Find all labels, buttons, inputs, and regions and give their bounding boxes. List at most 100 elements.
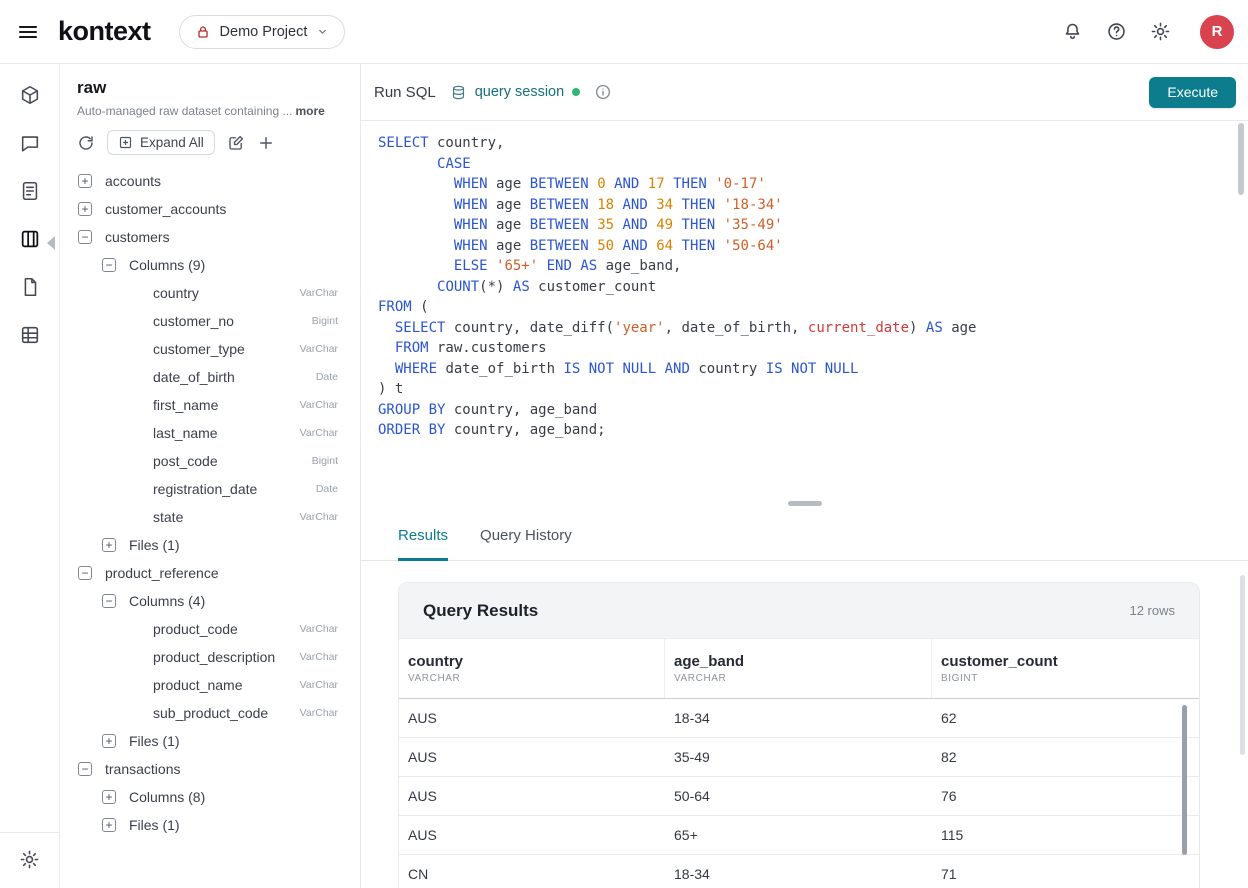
rail-settings-gear-icon[interactable] bbox=[17, 847, 42, 872]
expand-toggle-icon[interactable]: + bbox=[102, 734, 116, 748]
tree-item-registration-date[interactable]: registration_dateDate bbox=[60, 475, 360, 503]
expand-toggle-icon[interactable]: + bbox=[78, 202, 92, 216]
tree-item-customer-no[interactable]: customer_noBigint bbox=[60, 307, 360, 335]
refresh-icon[interactable] bbox=[77, 134, 95, 152]
column-type: VARCHAR bbox=[674, 673, 931, 684]
expand-toggle-icon[interactable]: + bbox=[102, 818, 116, 832]
code-token: GROUP BY bbox=[378, 402, 445, 418]
column-header-country[interactable]: countryVARCHAR bbox=[399, 639, 665, 698]
columns-icon[interactable] bbox=[17, 226, 43, 252]
tree-item-files-1[interactable]: +Files (1) bbox=[60, 811, 360, 839]
tree-item-customers[interactable]: −customers bbox=[60, 223, 360, 251]
editor-scrollbar[interactable] bbox=[1238, 123, 1244, 195]
tree-item-files-1[interactable]: +Files (1) bbox=[60, 727, 360, 755]
collapse-toggle-icon[interactable]: − bbox=[102, 594, 116, 608]
table-grid-icon[interactable] bbox=[17, 322, 43, 348]
tree-item-date-of-birth[interactable]: date_of_birthDate bbox=[60, 363, 360, 391]
tab-query-history[interactable]: Query History bbox=[480, 527, 572, 560]
tree-item-label: Columns (9) bbox=[129, 257, 205, 273]
tree-item-label: transactions bbox=[105, 761, 180, 777]
help-icon[interactable] bbox=[1104, 19, 1129, 44]
tree-item-product-name[interactable]: product_nameVarChar bbox=[60, 671, 360, 699]
code-token: ( bbox=[412, 299, 429, 315]
datasets-icon[interactable] bbox=[17, 82, 43, 108]
sql-editor[interactable]: SELECT country, CASE WHEN age BETWEEN 0 … bbox=[361, 121, 1248, 505]
tree-item-accounts[interactable]: +accounts bbox=[60, 167, 360, 195]
query-session-chip[interactable]: query session bbox=[450, 84, 580, 101]
code-token: country, bbox=[429, 135, 505, 151]
code-token: raw.customers bbox=[429, 340, 547, 356]
split-resize-handle[interactable] bbox=[788, 501, 822, 506]
collapse-toggle-icon[interactable]: − bbox=[78, 230, 92, 244]
tree-item-columns-8[interactable]: +Columns (8) bbox=[60, 783, 360, 811]
info-icon[interactable] bbox=[592, 81, 614, 103]
tab-results[interactable]: Results bbox=[398, 527, 448, 561]
expand-toggle-icon[interactable]: + bbox=[102, 790, 116, 804]
execute-button[interactable]: Execute bbox=[1149, 77, 1236, 108]
edit-pencil-icon[interactable] bbox=[227, 134, 245, 152]
tree-item-files-1[interactable]: +Files (1) bbox=[60, 531, 360, 559]
collapse-toggle-icon[interactable]: − bbox=[78, 762, 92, 776]
tree-item-sub-product-code[interactable]: sub_product_codeVarChar bbox=[60, 699, 360, 727]
expand-toggle-icon[interactable]: + bbox=[78, 174, 92, 188]
code-token bbox=[656, 361, 664, 377]
tree-item-product-description[interactable]: product_descriptionVarChar bbox=[60, 643, 360, 671]
run-sql-label[interactable]: Run SQL bbox=[374, 84, 436, 101]
chat-icon[interactable] bbox=[17, 130, 43, 156]
tree-item-columns-9[interactable]: −Columns (9) bbox=[60, 251, 360, 279]
tree-item-customer-accounts[interactable]: +customer_accounts bbox=[60, 195, 360, 223]
column-type-badge: VarChar bbox=[300, 707, 338, 719]
app-logo: kontext bbox=[58, 16, 151, 47]
tree-item-country[interactable]: countryVarChar bbox=[60, 279, 360, 307]
collapse-toggle-icon[interactable]: − bbox=[102, 258, 116, 272]
settings-icon[interactable] bbox=[1148, 19, 1173, 44]
document-icon[interactable] bbox=[17, 178, 43, 204]
code-token: 'year' bbox=[614, 320, 665, 336]
code-token: age bbox=[488, 197, 530, 213]
code-token: FROM bbox=[395, 340, 429, 356]
code-token bbox=[589, 238, 597, 254]
tree-item-post-code[interactable]: post_codeBigint bbox=[60, 447, 360, 475]
chevron-down-icon bbox=[316, 25, 329, 38]
column-header-age-band[interactable]: age_bandVARCHAR bbox=[665, 639, 932, 698]
expand-toggle-icon[interactable]: + bbox=[102, 538, 116, 552]
tree-item-transactions[interactable]: −transactions bbox=[60, 755, 360, 783]
tree-item-last-name[interactable]: last_nameVarChar bbox=[60, 419, 360, 447]
collapse-toggle-icon[interactable]: − bbox=[78, 566, 92, 580]
code-line: FROM raw.customers bbox=[378, 338, 1228, 359]
expand-all-button[interactable]: Expand All bbox=[107, 130, 215, 155]
table-row[interactable]: AUS50-6476 bbox=[399, 777, 1199, 816]
code-token: date_of_birth bbox=[437, 361, 563, 377]
column-header-customer-count[interactable]: customer_countBIGINT bbox=[932, 639, 1199, 698]
project-lock-icon bbox=[195, 24, 211, 40]
table-cell: 71 bbox=[932, 866, 1199, 882]
tree-item-product-code[interactable]: product_codeVarChar bbox=[60, 615, 360, 643]
tree-item-columns-4[interactable]: −Columns (4) bbox=[60, 587, 360, 615]
user-avatar[interactable]: R bbox=[1200, 15, 1234, 49]
tree-item-first-name[interactable]: first_nameVarChar bbox=[60, 391, 360, 419]
table-scrollbar[interactable] bbox=[1182, 705, 1187, 855]
table-row[interactable]: AUS35-4982 bbox=[399, 738, 1199, 777]
code-token bbox=[665, 176, 673, 192]
table-row[interactable]: AUS18-3462 bbox=[399, 699, 1199, 738]
project-selector[interactable]: Demo Project bbox=[179, 15, 346, 49]
code-line: WHEN age BETWEEN 50 AND 64 THEN '50-64' bbox=[378, 236, 1228, 257]
session-status-dot bbox=[572, 88, 580, 96]
code-token: AS bbox=[926, 320, 943, 336]
results-scrollbar[interactable] bbox=[1240, 575, 1245, 755]
table-row[interactable]: CN18-3471 bbox=[399, 855, 1199, 888]
tree-item-product-reference[interactable]: −product_reference bbox=[60, 559, 360, 587]
file-icon[interactable] bbox=[17, 274, 43, 300]
notifications-bell-icon[interactable] bbox=[1060, 19, 1085, 44]
add-plus-icon[interactable] bbox=[257, 134, 275, 152]
more-link[interactable]: more bbox=[295, 104, 324, 118]
code-token bbox=[589, 217, 597, 233]
column-type: VARCHAR bbox=[408, 673, 664, 684]
code-line: GROUP BY country, age_band bbox=[378, 400, 1228, 421]
tree-item-state[interactable]: stateVarChar bbox=[60, 503, 360, 531]
code-token bbox=[648, 197, 656, 213]
table-row[interactable]: AUS65+115 bbox=[399, 816, 1199, 855]
menu-icon[interactable] bbox=[14, 18, 42, 46]
code-line: WHEN age BETWEEN 0 AND 17 THEN '0-17' bbox=[378, 174, 1228, 195]
tree-item-customer-type[interactable]: customer_typeVarChar bbox=[60, 335, 360, 363]
